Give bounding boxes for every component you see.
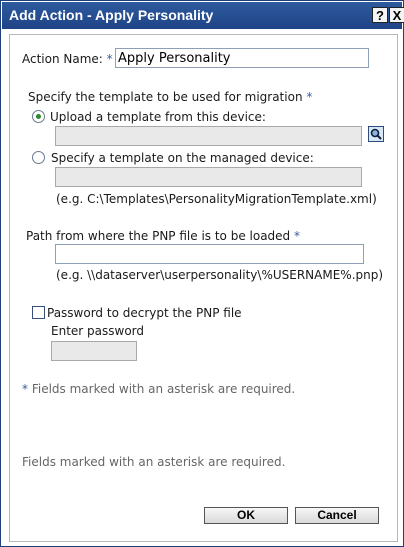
required-note: * Fields marked with an asterisk are req… [22, 382, 296, 396]
pnp-path-input[interactable] [55, 244, 364, 264]
cancel-button[interactable]: Cancel [295, 507, 379, 524]
pnp-path-example: (e.g. \\dataserver\userpersonality\%USER… [56, 268, 384, 282]
managed-template-radio[interactable] [32, 151, 45, 164]
dialog-title: Add Action - Apply Personality [9, 7, 214, 23]
footer-note: Fields marked with an asterisk are requi… [22, 455, 286, 469]
search-icon [370, 128, 382, 140]
enter-password-label: Enter password [51, 324, 144, 338]
required-asterisk: * [306, 90, 313, 104]
upload-template-input[interactable] [55, 126, 362, 146]
password-checkbox-label: Password to decrypt the PNP file [47, 306, 242, 320]
help-button[interactable]: ? [372, 7, 388, 23]
required-asterisk: * [22, 382, 28, 396]
template-section-label: Specify the template to be used for migr… [28, 90, 313, 104]
dialog-window: Add Action - Apply Personality ? X Actio… [0, 0, 404, 547]
managed-template-example: (e.g. C:\Templates\PersonalityMigrationT… [56, 192, 377, 206]
radio-selected-icon [36, 114, 41, 119]
title-bar: Add Action - Apply Personality ? X [2, 2, 404, 29]
password-checkbox[interactable] [32, 306, 45, 319]
browse-button[interactable] [368, 126, 384, 142]
action-name-label: Action Name: * [22, 52, 113, 66]
password-input[interactable] [51, 341, 137, 361]
pnp-path-label: Path from where the PNP file is to be lo… [26, 229, 300, 243]
required-asterisk: * [106, 52, 113, 66]
managed-template-input[interactable] [55, 167, 362, 187]
action-name-input[interactable]: Apply Personality [115, 48, 369, 68]
upload-template-radio[interactable] [32, 110, 45, 123]
upload-template-label: Upload a template from this device: [50, 110, 266, 124]
ok-button[interactable]: OK [204, 507, 288, 524]
close-button[interactable]: X [389, 7, 404, 23]
managed-template-label: Specify a template on the managed device… [51, 151, 314, 165]
required-asterisk: * [294, 229, 300, 243]
action-name-value: Apply Personality [118, 51, 231, 66]
